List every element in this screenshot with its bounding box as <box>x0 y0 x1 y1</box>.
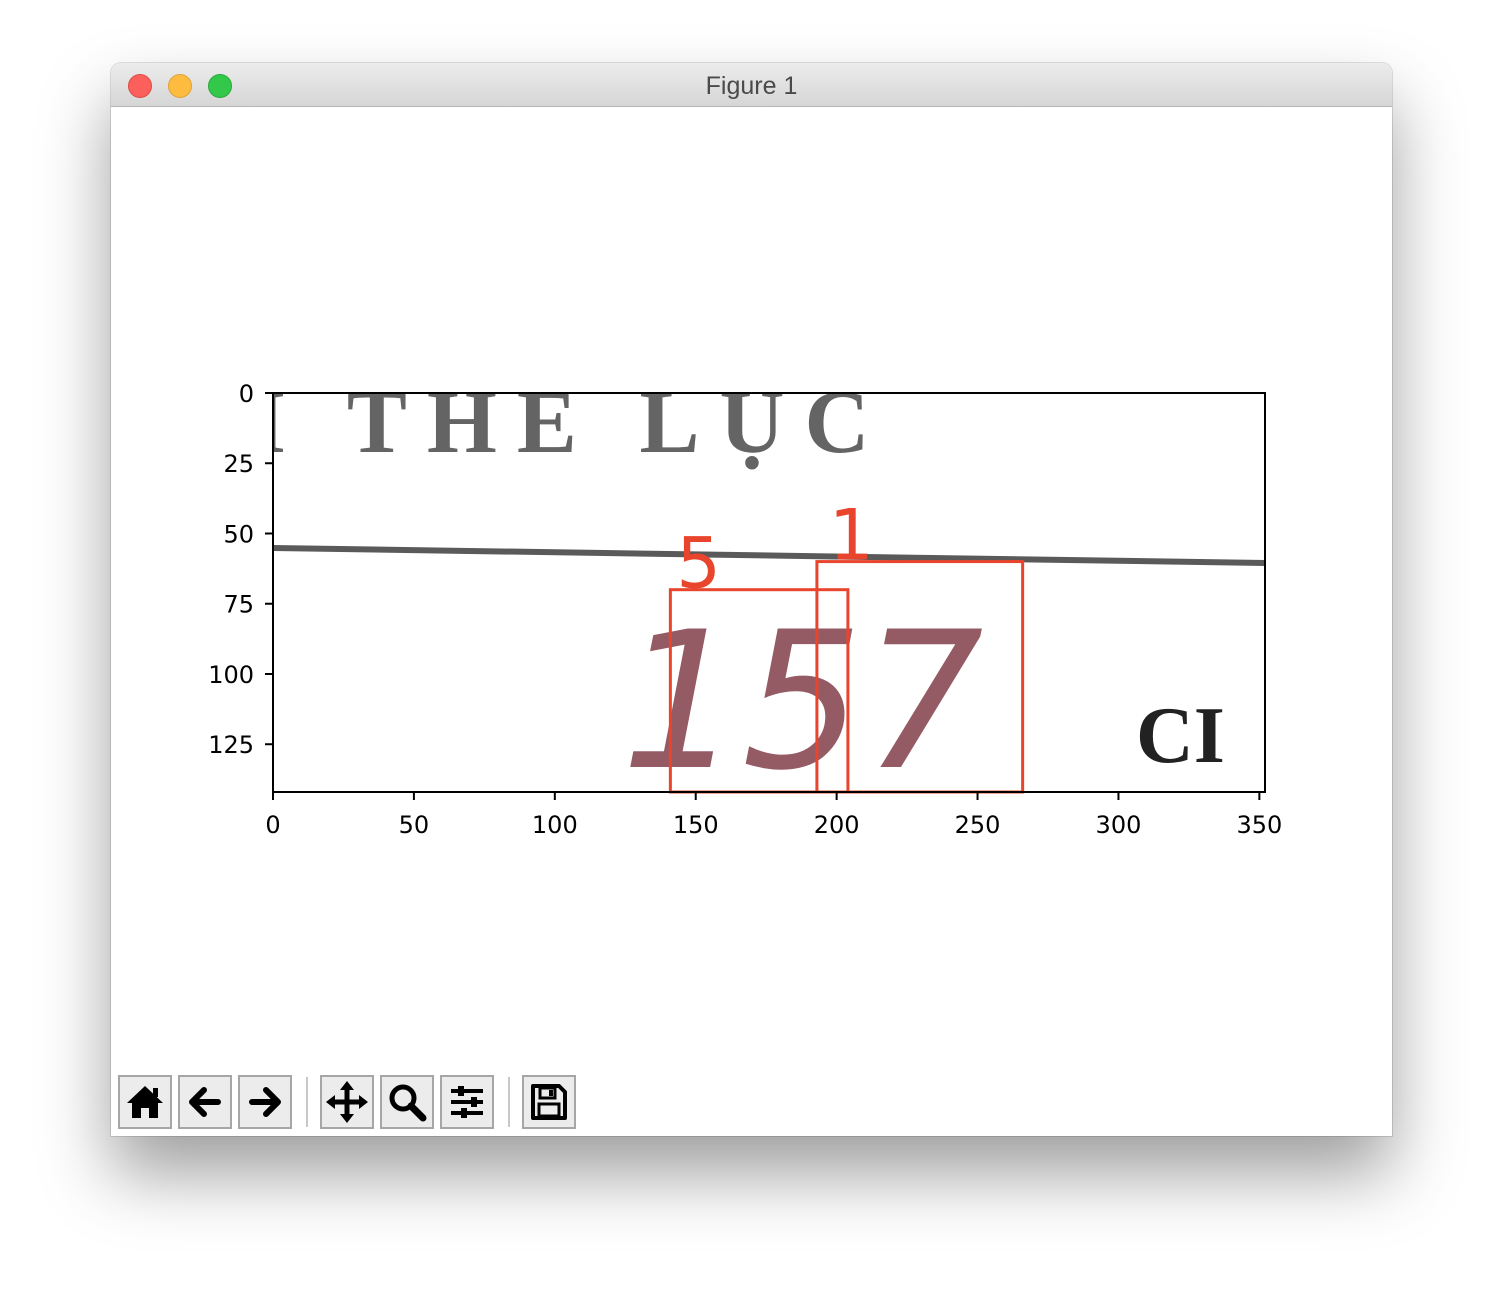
home-icon <box>127 1086 163 1118</box>
sliders-icon <box>451 1086 483 1118</box>
printed-text-top: I THE LỤC <box>251 373 889 472</box>
y-tick-label: 25 <box>223 450 254 478</box>
x-tick-label: 150 <box>673 811 719 839</box>
x-tick-label: 200 <box>814 811 860 839</box>
home-button[interactable] <box>118 1075 172 1129</box>
x-tick-label: 50 <box>399 811 430 839</box>
handwriting-text: 157 <box>621 591 984 812</box>
y-tick-label: 50 <box>223 520 254 548</box>
toolbar-separator <box>306 1077 308 1127</box>
configure-subplots-button[interactable] <box>440 1075 494 1129</box>
x-tick-label: 100 <box>532 811 578 839</box>
zoom-button[interactable] <box>380 1075 434 1129</box>
arrow-right-icon <box>249 1087 281 1117</box>
arrow-left-icon <box>189 1087 221 1117</box>
x-axis: 0 50 100 150 200 250 300 350 <box>265 792 1282 839</box>
x-tick-label: 350 <box>1236 811 1282 839</box>
navigation-toolbar <box>111 1067 1392 1136</box>
x-tick-label: 0 <box>265 811 280 839</box>
zoom-icon <box>389 1084 427 1122</box>
forward-button[interactable] <box>238 1075 292 1129</box>
y-tick-label: 0 <box>239 380 254 408</box>
save-button[interactable] <box>522 1075 576 1129</box>
pan-button[interactable] <box>320 1075 374 1129</box>
plot-svg: I THE LỤC CI 157 51 0 50 100 150 200 250 300 35… <box>208 373 1282 839</box>
save-icon <box>531 1084 567 1120</box>
toolbar-separator <box>508 1077 510 1127</box>
y-axis: 0 25 50 75 100 125 <box>208 380 273 759</box>
x-tick-label: 250 <box>955 811 1001 839</box>
annotation-label: 1 <box>829 495 874 577</box>
printed-text-right: CI <box>1136 692 1225 780</box>
y-tick-label: 100 <box>208 661 254 689</box>
x-tick-label: 300 <box>1096 811 1142 839</box>
y-tick-label: 125 <box>208 731 254 759</box>
move-icon <box>326 1081 368 1123</box>
window-title: Figure 1 <box>705 72 798 100</box>
y-tick-label: 75 <box>223 591 254 619</box>
figure-window: Figure 1 I THE LỤC CI 157 5 1 0 50 100 150 20… <box>111 63 1392 1136</box>
back-button[interactable] <box>178 1075 232 1129</box>
annotation-label: 5 <box>676 523 721 605</box>
figure-canvas[interactable]: I THE LỤC CI 157 51 0 50 100 150 200 250 300 35… <box>111 107 1392 1067</box>
title-bar[interactable]: Figure 1 <box>111 63 1392 107</box>
